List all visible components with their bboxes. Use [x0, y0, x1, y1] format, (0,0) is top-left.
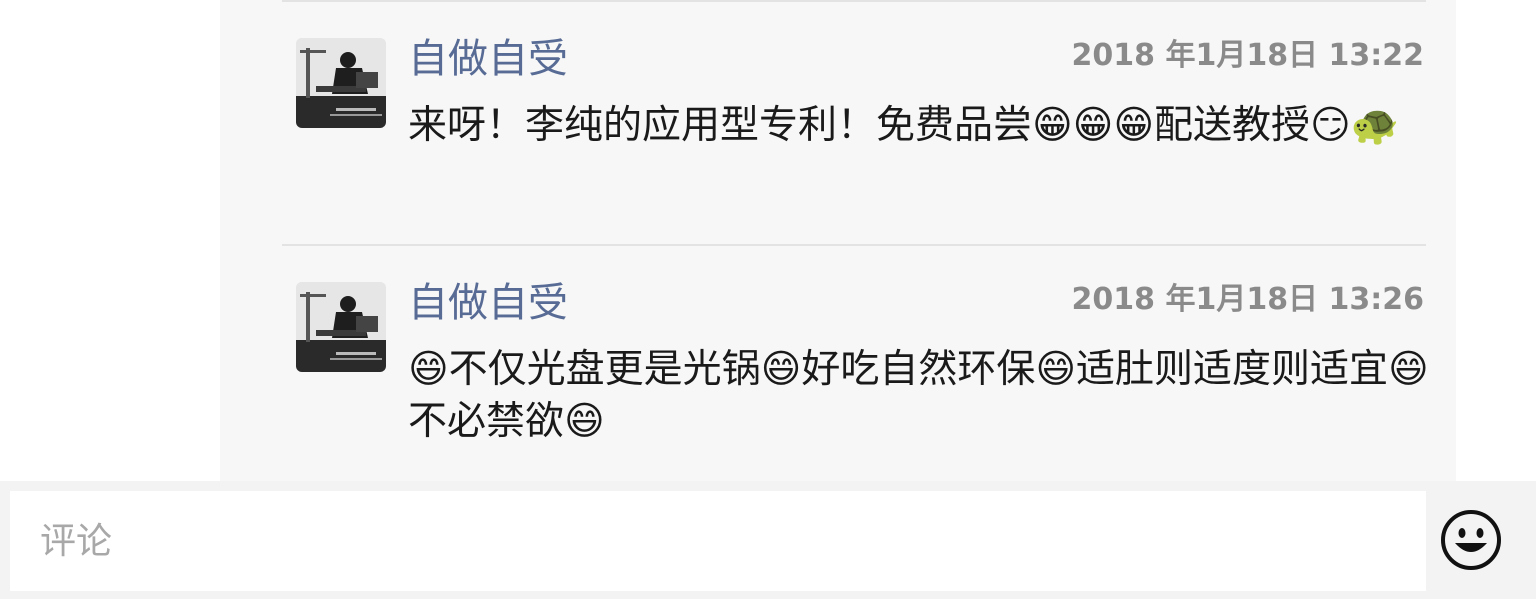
comment-item: 自做自受 2018 年1月18日 13:26 😄不仅光盘更是光锅😄好吃自然环保😄…: [220, 244, 1456, 481]
comment-timestamp: 2018 年1月18日 13:22: [1071, 38, 1425, 73]
comments-panel: 自做自受 2018 年1月18日 13:22 来呀！李纯的应用型专利！免费品尝😁…: [220, 0, 1456, 481]
avatar[interactable]: [296, 282, 386, 372]
comment-timestamp: 2018 年1月18日 13:26: [1071, 282, 1425, 317]
comment-author[interactable]: 自做自受: [408, 36, 568, 82]
comment-input[interactable]: [10, 491, 1426, 591]
avatar[interactable]: [296, 38, 386, 128]
emoji-button[interactable]: [1440, 509, 1502, 571]
comment-author[interactable]: 自做自受: [408, 280, 568, 326]
comment-item: 自做自受 2018 年1月18日 13:22 来呀！李纯的应用型专利！免费品尝😁…: [220, 0, 1456, 244]
comment-input-bar: [0, 481, 1536, 599]
comment-text: 来呀！李纯的应用型专利！免费品尝😁😁😁配送教授😏🐢: [408, 103, 1400, 148]
avatar-photo-icon: [296, 38, 386, 128]
comment-text: 😄不仅光盘更是光锅😄好吃自然环保😄适肚则适度则适宜😄不必禁欲😄: [408, 347, 1429, 444]
avatar-photo-icon: [296, 282, 386, 372]
smiley-face-icon: [1441, 510, 1501, 570]
